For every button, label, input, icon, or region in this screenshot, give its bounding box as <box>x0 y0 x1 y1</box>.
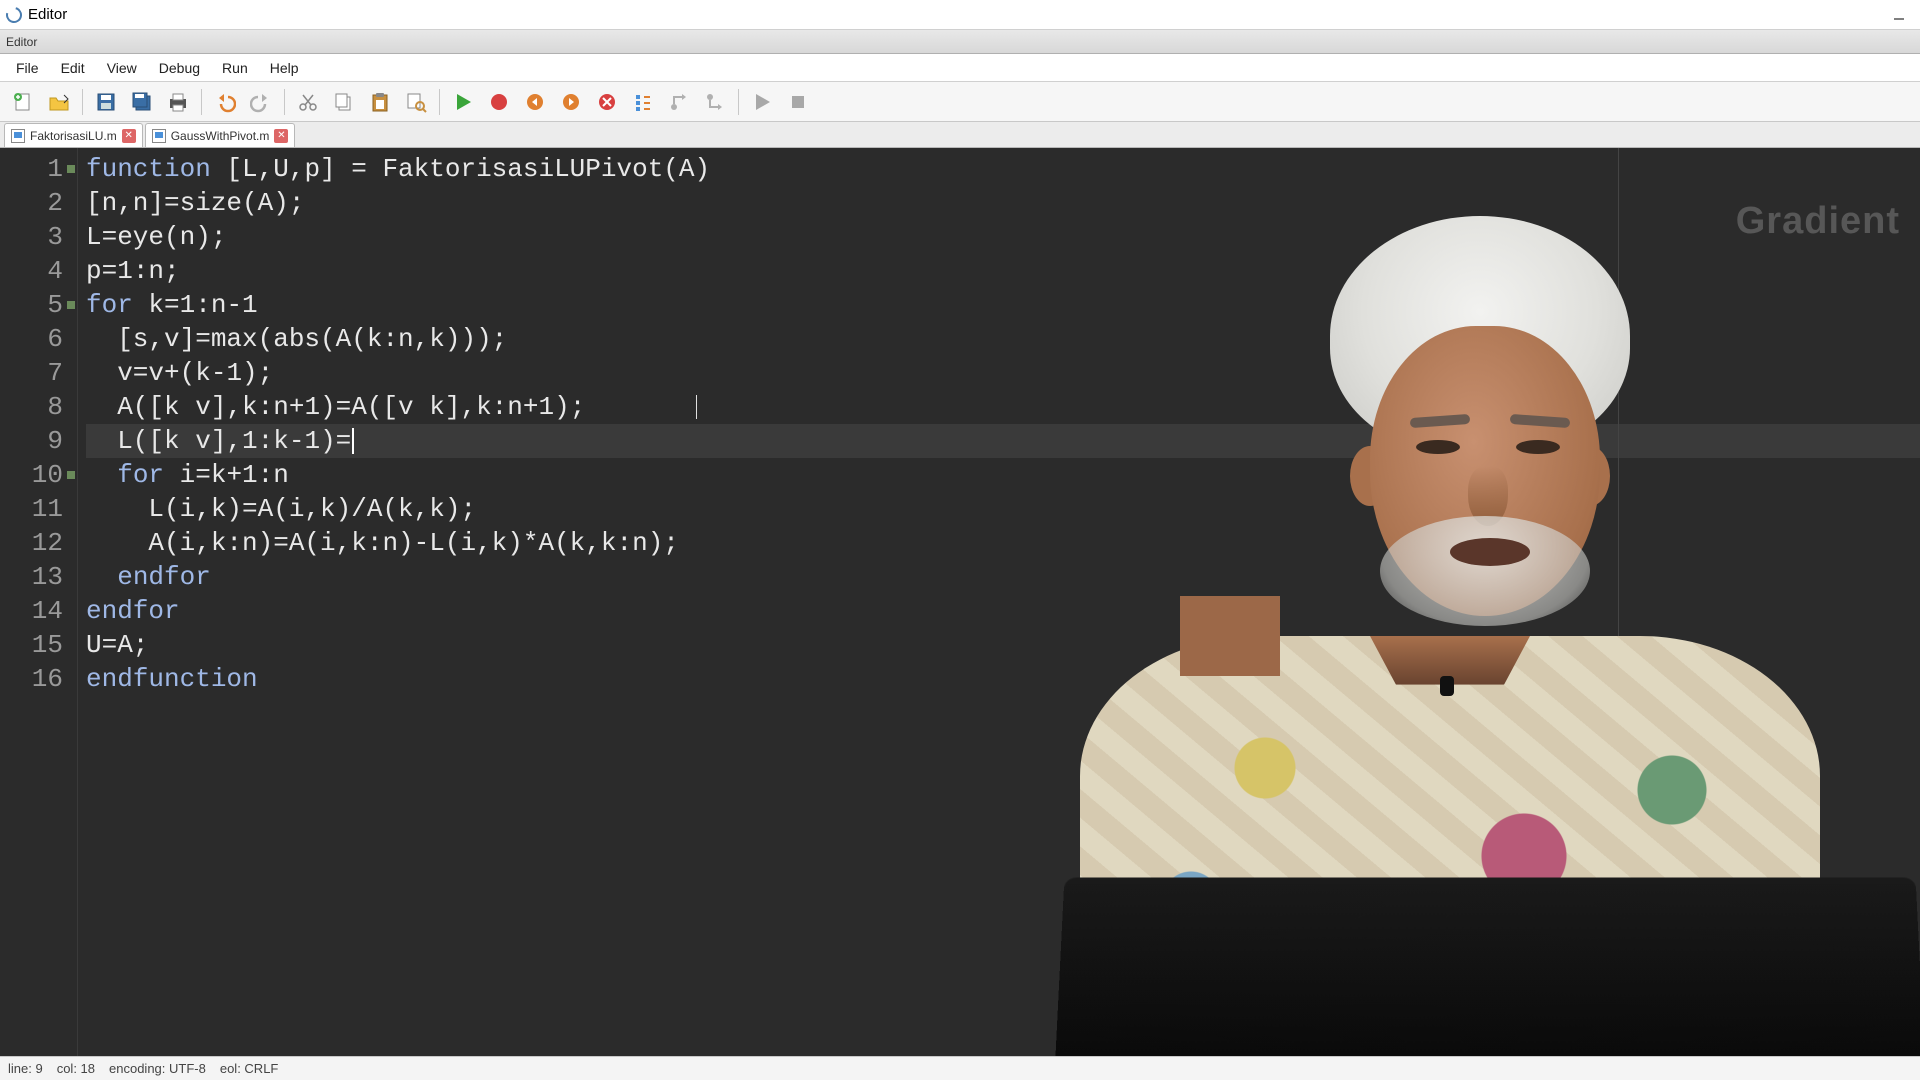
cut-button[interactable] <box>291 85 325 119</box>
menu-edit[interactable]: Edit <box>51 56 95 80</box>
editor-tabs: FaktorisasiLU.m ✕ GaussWithPivot.m ✕ <box>0 122 1920 148</box>
fold-marker[interactable] <box>67 471 75 479</box>
save-all-button[interactable] <box>125 85 159 119</box>
stop-button[interactable] <box>781 85 815 119</box>
tab-label: FaktorisasiLU.m <box>30 129 117 143</box>
line-gutter: 12345678910111213141516 <box>0 148 78 1056</box>
line-number: 6 <box>0 322 77 356</box>
line-number: 13 <box>0 560 77 594</box>
code-line[interactable]: A([k v],k:n+1)=A([v k],k:n+1); <box>86 390 1920 424</box>
menu-run[interactable]: Run <box>212 56 258 80</box>
file-icon <box>11 129 25 143</box>
menu-file[interactable]: File <box>6 56 49 80</box>
window-title: Editor <box>28 6 67 23</box>
code-line[interactable]: L=eye(n); <box>86 220 1920 254</box>
code-line[interactable]: L(i,k)=A(i,k)/A(k,k); <box>86 492 1920 526</box>
code-line[interactable]: U=A; <box>86 628 1920 662</box>
status-line: line: 9 <box>8 1061 43 1076</box>
tab-faktorisasilu[interactable]: FaktorisasiLU.m ✕ <box>4 123 143 147</box>
text-cursor <box>352 428 354 454</box>
secondary-caret <box>696 395 697 419</box>
code-line[interactable]: p=1:n; <box>86 254 1920 288</box>
fold-marker[interactable] <box>67 301 75 309</box>
code-line[interactable]: endfunction <box>86 662 1920 696</box>
step-over-button[interactable] <box>662 85 696 119</box>
line-number: 15 <box>0 628 77 662</box>
tab-label: GaussWithPivot.m <box>171 129 270 143</box>
line-number: 12 <box>0 526 77 560</box>
minimize-button[interactable] <box>1892 8 1906 22</box>
line-number: 2 <box>0 186 77 220</box>
paste-button[interactable] <box>363 85 397 119</box>
code-line[interactable]: for k=1:n-1 <box>86 288 1920 322</box>
code-line[interactable]: A(i,k:n)=A(i,k:n)-L(i,k)*A(k,k:n); <box>86 526 1920 560</box>
watermark: Gradient <box>1736 200 1900 243</box>
right-margin-guide <box>1618 148 1619 1056</box>
step-out-button[interactable] <box>698 85 732 119</box>
code-viewport[interactable]: function [L,U,p] = FaktorisasiLUPivot(A)… <box>78 148 1920 1056</box>
close-icon[interactable]: ✕ <box>122 129 136 143</box>
code-line[interactable]: [n,n]=size(A); <box>86 186 1920 220</box>
line-number: 7 <box>0 356 77 390</box>
code-line[interactable]: function [L,U,p] = FaktorisasiLUPivot(A) <box>86 152 1920 186</box>
save-button[interactable] <box>89 85 123 119</box>
line-number: 1 <box>0 152 77 186</box>
stop-debug-button[interactable] <box>590 85 624 119</box>
open-file-button[interactable] <box>42 85 76 119</box>
tab-gausswithpivot[interactable]: GaussWithPivot.m ✕ <box>145 123 296 147</box>
code-line[interactable]: [s,v]=max(abs(A(k:n,k))); <box>86 322 1920 356</box>
breakpoint-button[interactable] <box>482 85 516 119</box>
code-line[interactable]: v=v+(k-1); <box>86 356 1920 390</box>
app-icon <box>3 4 25 26</box>
line-number: 10 <box>0 458 77 492</box>
fold-marker[interactable] <box>67 165 75 173</box>
continue-button[interactable] <box>745 85 779 119</box>
line-number: 8 <box>0 390 77 424</box>
status-encoding: encoding: UTF-8 <box>109 1061 206 1076</box>
subheader-label: Editor <box>6 35 37 49</box>
titlebar: Editor <box>0 0 1920 30</box>
line-number: 3 <box>0 220 77 254</box>
close-icon[interactable]: ✕ <box>274 129 288 143</box>
step-into-button[interactable] <box>626 85 660 119</box>
menu-debug[interactable]: Debug <box>149 56 210 80</box>
redo-button[interactable] <box>244 85 278 119</box>
find-replace-button[interactable] <box>399 85 433 119</box>
menubar: File Edit View Debug Run Help <box>0 54 1920 82</box>
step-back-button[interactable] <box>518 85 552 119</box>
run-button[interactable] <box>446 85 480 119</box>
code-line[interactable]: endfor <box>86 594 1920 628</box>
subheader: Editor <box>0 30 1920 54</box>
editor-area[interactable]: 12345678910111213141516 function [L,U,p]… <box>0 148 1920 1056</box>
menu-view[interactable]: View <box>97 56 147 80</box>
code-line[interactable]: for i=k+1:n <box>86 458 1920 492</box>
statusbar: line: 9 col: 18 encoding: UTF-8 eol: CRL… <box>0 1056 1920 1080</box>
menu-help[interactable]: Help <box>260 56 309 80</box>
status-eol: eol: CRLF <box>220 1061 279 1076</box>
code-line[interactable]: endfor <box>86 560 1920 594</box>
copy-button[interactable] <box>327 85 361 119</box>
step-forward-button[interactable] <box>554 85 588 119</box>
new-file-button[interactable] <box>6 85 40 119</box>
line-number: 4 <box>0 254 77 288</box>
line-number: 5 <box>0 288 77 322</box>
undo-button[interactable] <box>208 85 242 119</box>
toolbar <box>0 82 1920 122</box>
code-line[interactable]: L([k v],1:k-1)= <box>86 424 1920 458</box>
line-number: 16 <box>0 662 77 696</box>
file-icon <box>152 129 166 143</box>
line-number: 11 <box>0 492 77 526</box>
line-number: 9 <box>0 424 77 458</box>
line-number: 14 <box>0 594 77 628</box>
status-col: col: 18 <box>57 1061 95 1076</box>
print-button[interactable] <box>161 85 195 119</box>
